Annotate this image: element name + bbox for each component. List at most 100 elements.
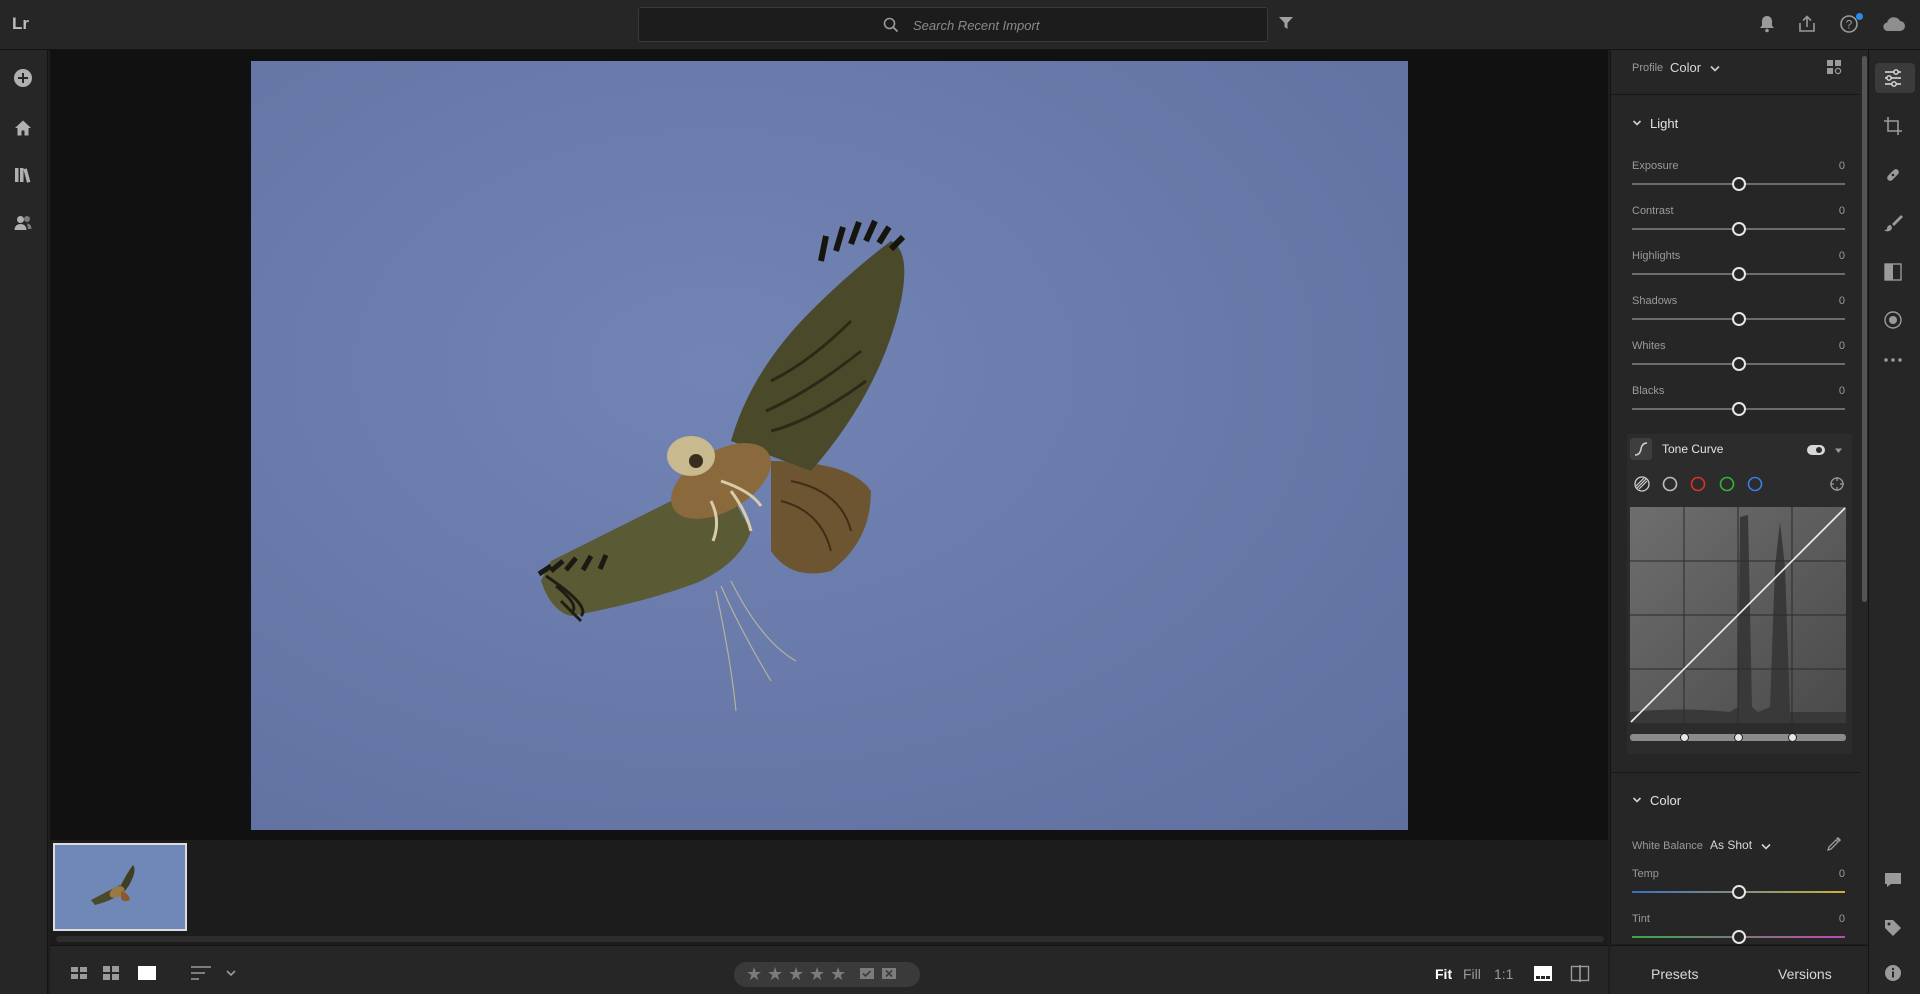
green-channel-icon[interactable] [1719, 476, 1735, 492]
blacks-slider-knob[interactable] [1732, 402, 1746, 416]
info-icon[interactable] [1883, 963, 1903, 983]
blacks-label: Blacks [1632, 385, 1665, 397]
tone-curve-title[interactable]: Tone Curve [1662, 442, 1723, 456]
curve-region-knob-highlights[interactable] [1788, 733, 1797, 742]
detail-view-icon[interactable] [137, 964, 157, 982]
highlights-value[interactable]: 0 [1825, 250, 1845, 262]
comment-icon[interactable] [1883, 870, 1903, 890]
bell-icon[interactable] [1758, 14, 1776, 34]
right-tool-rail [1868, 50, 1920, 994]
divider [1610, 772, 1860, 773]
shadows-value[interactable]: 0 [1825, 295, 1845, 307]
contrast-label: Contrast [1632, 205, 1674, 217]
temp-slider-knob[interactable] [1732, 885, 1746, 899]
filmstrip [50, 840, 1608, 945]
filmstrip-scrollbar[interactable] [56, 936, 1604, 942]
crop-icon[interactable] [1883, 116, 1903, 136]
whites-slider-knob[interactable] [1732, 357, 1746, 371]
targeted-adjustment-icon[interactable] [1829, 476, 1845, 492]
tab-presets[interactable]: Presets [1651, 966, 1698, 982]
white-balance-chevron-down-icon[interactable] [1760, 842, 1772, 851]
more-options-icon[interactable] [1883, 355, 1903, 365]
star-icon[interactable]: ★ [767, 964, 783, 985]
blacks-value[interactable]: 0 [1825, 385, 1845, 397]
profile-chevron-down-icon[interactable] [1709, 64, 1721, 73]
search-placeholder: Search Recent Import [913, 18, 1040, 33]
color-section-title[interactable]: Color [1650, 793, 1681, 808]
compare-icon[interactable] [1570, 965, 1590, 982]
linear-gradient-icon[interactable] [1883, 262, 1903, 282]
tint-value[interactable]: 0 [1825, 913, 1845, 925]
highlights-label: Highlights [1632, 250, 1681, 262]
tone-curve-icon[interactable] [1630, 438, 1652, 460]
main-photo-hawk[interactable] [251, 61, 1408, 830]
sort-chevron-down-icon[interactable] [225, 968, 237, 978]
contrast-value[interactable]: 0 [1825, 205, 1845, 217]
filter-icon[interactable] [1278, 15, 1294, 31]
curve-region-knob-shadows[interactable] [1680, 733, 1689, 742]
library-icon[interactable] [13, 165, 33, 185]
search-input[interactable]: Search Recent Import [638, 7, 1268, 42]
red-channel-icon[interactable] [1690, 476, 1706, 492]
color-collapse-chevron-icon[interactable] [1632, 796, 1642, 804]
app-logo[interactable]: Lr [12, 14, 29, 34]
profile-dropdown[interactable]: Color [1670, 60, 1701, 75]
eyedropper-icon[interactable] [1826, 836, 1842, 852]
healing-brush-icon[interactable] [1883, 165, 1903, 185]
flag-reject-icon[interactable] [881, 967, 897, 982]
profile-browser-icon[interactable] [1826, 59, 1842, 75]
highlights-slider-knob[interactable] [1732, 267, 1746, 281]
whites-value[interactable]: 0 [1825, 340, 1845, 352]
sort-icon[interactable] [190, 965, 212, 981]
star-icon[interactable]: ★ [830, 964, 846, 985]
shadows-slider-knob[interactable] [1732, 312, 1746, 326]
parametric-curve-icon[interactable] [1634, 476, 1650, 492]
edit-sliders-icon[interactable] [1883, 68, 1903, 88]
people-icon[interactable] [13, 213, 33, 233]
filmstrip-toggle-icon[interactable] [1533, 965, 1553, 982]
tab-versions[interactable]: Versions [1778, 966, 1832, 982]
white-balance-dropdown[interactable]: As Shot [1710, 838, 1752, 852]
notification-dot [1856, 13, 1863, 20]
blue-channel-icon[interactable] [1747, 476, 1763, 492]
zoom-fill[interactable]: Fill [1463, 966, 1481, 982]
zoom-one-to-one[interactable]: 1:1 [1494, 966, 1513, 982]
tone-curve-graph[interactable] [1630, 507, 1846, 723]
photo-grid-icon[interactable] [102, 964, 120, 982]
keyword-tag-icon[interactable] [1883, 918, 1903, 938]
edit-panel-scrollbar[interactable] [1862, 56, 1867, 602]
svg-text:?: ? [1846, 18, 1853, 32]
brush-icon[interactable] [1883, 213, 1903, 233]
tone-curve-menu-chevron-icon[interactable] [1834, 447, 1843, 454]
whites-label: Whites [1632, 340, 1666, 352]
exposure-label: Exposure [1632, 160, 1679, 172]
curve-region-knob-midtones[interactable] [1734, 733, 1743, 742]
light-section-title[interactable]: Light [1650, 116, 1678, 131]
star-icon[interactable]: ★ [788, 964, 804, 985]
tone-curve-toggle[interactable] [1807, 445, 1825, 455]
temp-label: Temp [1632, 868, 1659, 880]
home-icon[interactable] [13, 118, 33, 138]
tint-slider-knob[interactable] [1732, 930, 1746, 944]
zoom-fit[interactable]: Fit [1435, 966, 1452, 982]
search-icon [883, 17, 899, 33]
star-icon[interactable]: ★ [809, 964, 825, 985]
exposure-value[interactable]: 0 [1825, 160, 1845, 172]
tint-label: Tint [1632, 913, 1650, 925]
left-rail [0, 50, 48, 994]
star-rating[interactable]: ★ ★ ★ ★ ★ [734, 962, 920, 987]
rgb-channel-icon[interactable] [1662, 476, 1678, 492]
cloud-icon[interactable] [1880, 15, 1906, 33]
exposure-slider-knob[interactable] [1732, 177, 1746, 191]
square-grid-icon[interactable] [70, 964, 88, 982]
light-collapse-chevron-icon[interactable] [1632, 119, 1642, 127]
radial-gradient-icon[interactable] [1883, 310, 1903, 330]
contrast-slider-knob[interactable] [1732, 222, 1746, 236]
star-icon[interactable]: ★ [746, 964, 762, 985]
divider [1610, 94, 1860, 95]
temp-value[interactable]: 0 [1825, 868, 1845, 880]
add-photos-icon[interactable] [13, 68, 33, 88]
flag-pick-icon[interactable] [859, 967, 875, 982]
share-icon[interactable] [1797, 14, 1817, 34]
filmstrip-thumbnail[interactable] [53, 843, 187, 931]
